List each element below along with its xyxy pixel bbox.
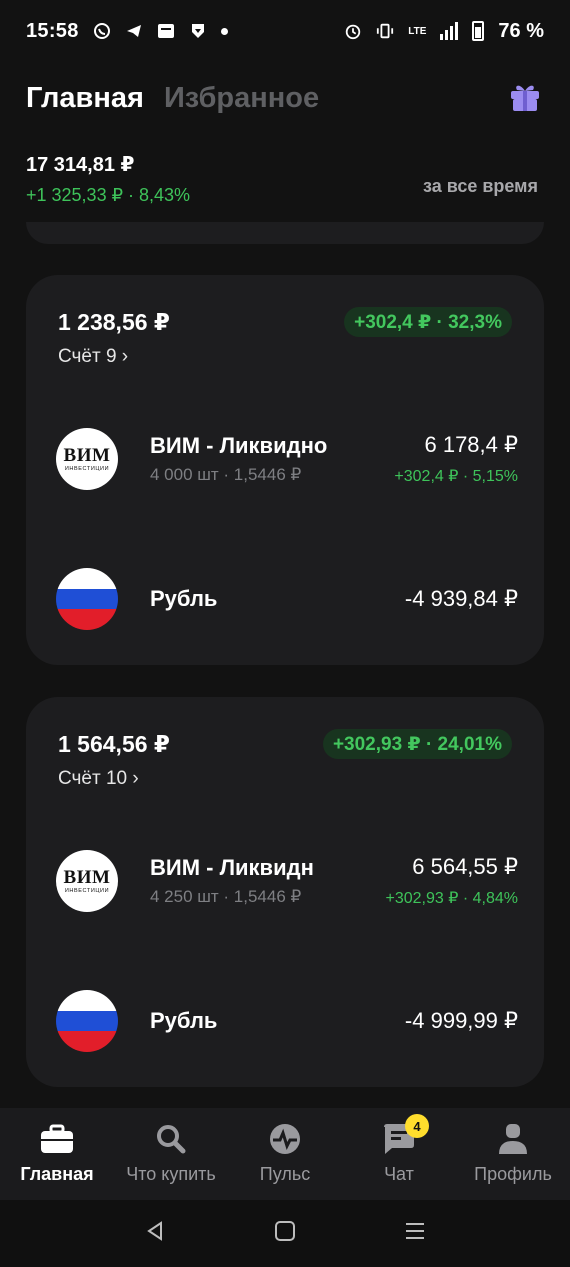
account-header[interactable]: 1 238,56 ₽ Счёт 9 › +302,4 ₽ · 32,3% <box>26 275 544 375</box>
nav-what-to-buy[interactable]: Что купить <box>114 1108 228 1200</box>
position-gain: +302,4 ₽ · 5,15% <box>394 468 518 485</box>
status-time: 15:58 <box>26 19 79 42</box>
position-row[interactable]: ВИМ ИНВЕСТИЦИИ ВИМ - Ликвидн 4 250 шт · … <box>26 833 544 929</box>
position-row[interactable]: ВИМ ИНВЕСТИЦИИ ВИМ - Ликвидно 4 000 шт ·… <box>26 411 544 507</box>
vim-logo-text: ВИМ <box>63 866 111 888</box>
alarm-icon <box>344 22 362 40</box>
position-value: -4 999,99 ₽ <box>404 1008 518 1033</box>
whatsapp-icon <box>93 22 111 40</box>
account-gain-badge: +302,93 ₽ · 24,01% <box>322 729 512 759</box>
shield-icon <box>189 22 207 40</box>
nav-label: Профиль <box>474 1164 552 1184</box>
account-name[interactable]: Счёт 10 › <box>58 768 512 790</box>
nav-label: Чат <box>384 1164 414 1184</box>
position-row[interactable]: Рубль -4 939,84 ₽ <box>26 551 544 647</box>
position-name: Рубль <box>150 1008 218 1033</box>
account-card[interactable]: 1 238,56 ₽ Счёт 9 › +302,4 ₽ · 32,3% ВИМ… <box>26 275 544 665</box>
vim-logo: ВИМ ИНВЕСТИЦИИ <box>56 428 118 490</box>
notification-dot-icon <box>220 27 228 35</box>
bottom-nav: Главная Что купить Пульс 4 Чат Профиль <box>0 1108 570 1200</box>
position-name: ВИМ - Ликвидно <box>150 433 328 458</box>
position-value: -4 939,84 ₽ <box>404 586 518 611</box>
vibrate-icon <box>376 22 394 40</box>
gift-icon[interactable] <box>508 79 542 113</box>
tab-favorites[interactable]: Избранное <box>164 82 319 115</box>
nav-main[interactable]: Главная <box>0 1108 114 1200</box>
position-value: 6 178,4 ₽ <box>424 432 518 457</box>
russia-flag-icon <box>56 568 118 630</box>
position-row[interactable]: Рубль -4 999,99 ₽ <box>26 973 544 1069</box>
telegram-icon <box>125 22 143 40</box>
position-name: ВИМ - Ликвидн <box>150 855 314 880</box>
portfolio-summary[interactable]: 17 314,81 ₽ +1 325,33 ₽ · 8,43% за все в… <box>0 152 570 224</box>
network-type: LTE <box>408 25 427 37</box>
vim-logo-subtext: ИНВЕСТИЦИИ <box>64 887 110 894</box>
tab-main[interactable]: Главная <box>26 82 144 115</box>
russia-flag-icon <box>56 990 118 1052</box>
nav-profile[interactable]: Профиль <box>456 1108 570 1200</box>
profile-icon <box>496 1122 530 1156</box>
status-bar: 15:58 LTE 76 % <box>0 0 570 62</box>
vim-logo-text: ВИМ <box>63 444 111 466</box>
system-nav-bar <box>0 1200 570 1267</box>
nav-pulse[interactable]: Пульс <box>228 1108 342 1200</box>
nav-label: Главная <box>20 1164 94 1184</box>
vim-logo-subtext: ИНВЕСТИЦИИ <box>64 465 110 472</box>
period-selector[interactable]: за все время <box>423 176 538 197</box>
status-right: LTE 76 % <box>344 20 544 43</box>
account-card[interactable]: 1 564,56 ₽ Счёт 10 › +302,93 ₽ · 24,01% … <box>26 697 544 1087</box>
recents-icon[interactable] <box>404 1220 426 1247</box>
back-icon[interactable] <box>144 1220 166 1247</box>
vim-logo: ВИМ ИНВЕСТИЦИИ <box>56 850 118 912</box>
battery-percent: 76 % <box>498 19 544 42</box>
pulse-icon <box>268 1122 302 1156</box>
position-value: 6 564,55 ₽ <box>412 854 518 879</box>
status-left: 15:58 <box>26 20 228 43</box>
home-icon[interactable] <box>274 1220 296 1247</box>
previous-account-card <box>26 222 544 244</box>
account-header[interactable]: 1 564,56 ₽ Счёт 10 › +302,93 ₽ · 24,01% <box>26 697 544 797</box>
portfolio-total: 17 314,81 ₽ <box>26 154 135 176</box>
position-gain: +302,93 ₽ · 4,84% <box>385 890 519 907</box>
chat-unread-badge: 4 <box>405 1114 429 1138</box>
search-icon <box>154 1122 188 1156</box>
account-name[interactable]: Счёт 9 › <box>58 346 512 368</box>
briefcase-icon <box>40 1122 74 1156</box>
battery-icon <box>472 21 485 41</box>
position-name: Рубль <box>150 586 218 611</box>
account-gain-badge: +302,4 ₽ · 32,3% <box>344 307 512 337</box>
yandex-icon <box>157 22 175 40</box>
nav-chat[interactable]: 4 Чат <box>342 1108 456 1200</box>
signal-icon <box>440 22 459 40</box>
nav-label: Что купить <box>126 1164 216 1184</box>
header: Главная Избранное <box>0 70 570 126</box>
nav-label: Пульс <box>259 1164 311 1184</box>
